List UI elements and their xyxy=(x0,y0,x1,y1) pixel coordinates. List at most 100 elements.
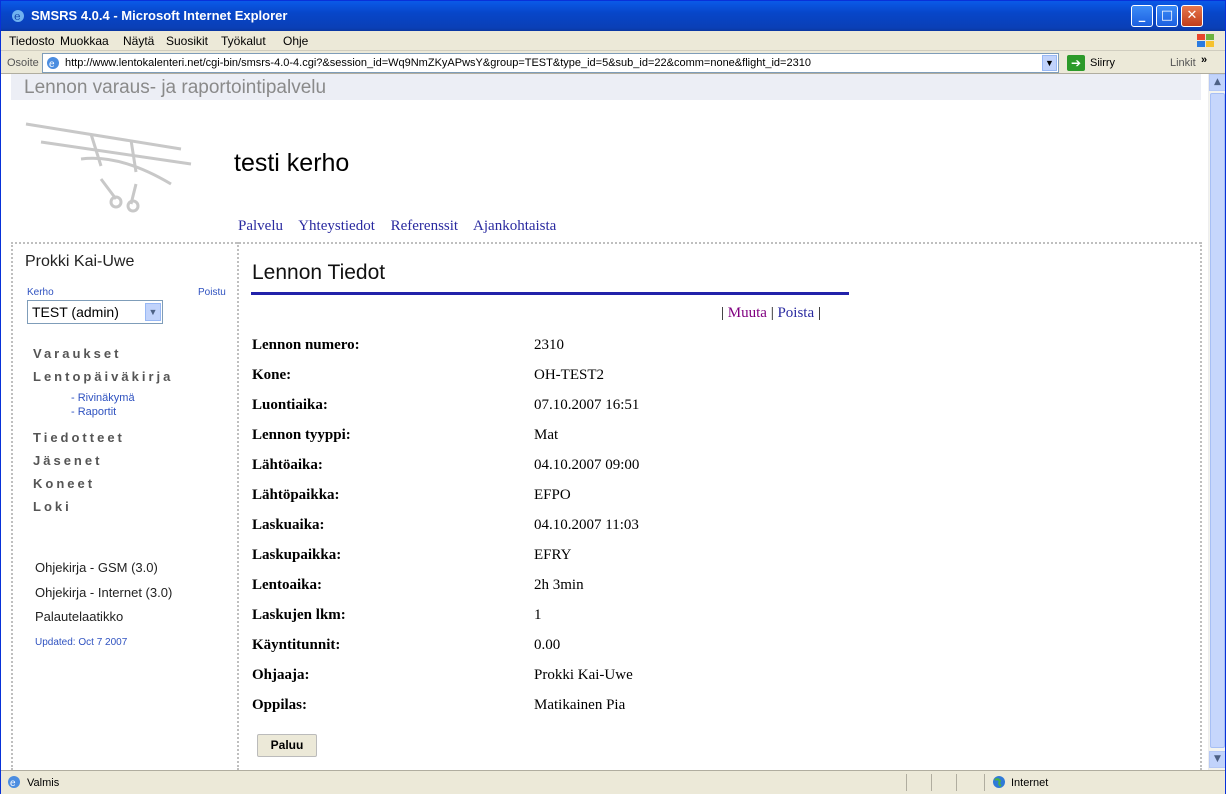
field-value: EFRY xyxy=(534,547,572,563)
close-button[interactable]: ✕ xyxy=(1181,5,1203,27)
address-dropdown-icon[interactable]: ▼ xyxy=(1042,55,1057,71)
field-label: Laskuaika: xyxy=(252,517,325,533)
subnav-raportit[interactable]: - Raportit xyxy=(71,406,116,418)
page-icon: e xyxy=(8,776,20,789)
field-label: Lähtöaika: xyxy=(252,457,323,473)
nav-jasenet[interactable]: Jäsenet xyxy=(33,453,102,468)
field-label: Kone: xyxy=(252,367,292,383)
group-select-value: TEST (admin) xyxy=(32,304,119,320)
nav-koneet[interactable]: Koneet xyxy=(33,476,95,491)
menu-tiedosto[interactable]: Tiedosto xyxy=(9,34,55,48)
menu-tyokalut[interactable]: Työkalut xyxy=(221,34,266,48)
field-label: Laskujen lkm: xyxy=(252,607,346,623)
address-url: http://www.lentokalenteri.net/cgi-bin/sm… xyxy=(65,57,811,69)
security-zone: Internet xyxy=(1011,777,1049,789)
divider xyxy=(1200,242,1202,770)
field-value: 0.00 xyxy=(534,637,561,653)
field-label: Lennon numero: xyxy=(252,337,360,353)
field-value: OH-TEST2 xyxy=(534,367,604,383)
windows-logo-icon xyxy=(1197,34,1214,47)
field-value: 2h 3min xyxy=(534,577,584,593)
separator: | xyxy=(817,305,821,321)
address-bar: Osoite e http://www.lentokalenteri.net/c… xyxy=(1,52,1225,74)
go-arrow-icon[interactable]: ➔ xyxy=(1067,55,1085,71)
vertical-scrollbar[interactable]: ▲ ▼ xyxy=(1208,74,1225,770)
field-label: Laskupaikka: xyxy=(252,547,342,563)
status-bar: e Valmis Internet xyxy=(1,770,1225,794)
close-icon: ✕ xyxy=(1186,8,1198,23)
logout-link[interactable]: Poistu xyxy=(198,287,226,298)
globe-icon xyxy=(993,776,1005,788)
status-separator xyxy=(906,774,907,791)
subnav-rivinakyma[interactable]: - Rivinäkymä xyxy=(71,392,135,404)
svg-text:e: e xyxy=(14,10,21,23)
page-title: Lennon Tiedot xyxy=(252,261,386,284)
go-button[interactable]: Siirry xyxy=(1090,57,1115,69)
field-label: Luontiaika: xyxy=(252,397,328,413)
nav-tiedotteet[interactable]: Tiedotteet xyxy=(33,430,125,445)
address-label: Osoite xyxy=(7,57,39,69)
service-banner: Lennon varaus- ja raportointipalvelu xyxy=(11,74,1201,100)
group-select[interactable]: TEST (admin) ▼ xyxy=(27,300,163,324)
field-value: 2310 xyxy=(534,337,564,353)
title-underline xyxy=(251,292,849,295)
kerho-label: Kerho xyxy=(27,287,54,298)
separator: | xyxy=(721,305,725,321)
field-value: EFPO xyxy=(534,487,571,503)
page-viewport: Lennon varaus- ja raportointipalvelu tes… xyxy=(1,74,1225,770)
help-gsm-link[interactable]: Ohjekirja - GSM (3.0) xyxy=(35,560,158,575)
user-name: Prokki Kai-Uwe xyxy=(25,253,135,270)
nav-loki[interactable]: Loki xyxy=(33,499,72,514)
status-text: Valmis xyxy=(27,777,60,789)
title-bar: e SMSRS 4.0.4 - Microsoft Internet Explo… xyxy=(1,1,1225,31)
divider xyxy=(237,242,239,770)
nav-referenssit[interactable]: Referenssit xyxy=(391,218,458,234)
links-label[interactable]: Linkit xyxy=(1170,57,1196,69)
field-label: Lentoaika: xyxy=(252,577,323,593)
separator: | xyxy=(770,305,774,321)
nav-varaukset[interactable]: Varaukset xyxy=(33,346,121,361)
field-label: Ohjaaja: xyxy=(252,667,310,683)
field-value: Matikainen Pia xyxy=(534,697,626,713)
nav-palvelu[interactable]: Palvelu xyxy=(238,218,283,234)
menu-suosikit[interactable]: Suosikit xyxy=(166,34,208,48)
status-separator xyxy=(931,774,932,791)
help-internet-link[interactable]: Ohjekirja - Internet (3.0) xyxy=(35,585,172,600)
top-nav: Palvelu Yhteystiedot Referenssit Ajankoh… xyxy=(238,218,568,235)
field-label: Käyntitunnit: xyxy=(252,637,341,653)
delete-link[interactable]: Poista xyxy=(777,305,814,321)
feedback-link[interactable]: Palautelaatikko xyxy=(35,609,123,624)
ie-icon: e xyxy=(12,10,24,23)
record-actions: | Muuta | Poista | xyxy=(721,305,821,322)
scroll-down-icon[interactable]: ▼ xyxy=(1209,751,1225,768)
edit-link[interactable]: Muuta xyxy=(728,305,767,321)
nav-ajankohtaista[interactable]: Ajankohtaista xyxy=(473,218,556,234)
maximize-icon: □ xyxy=(1160,8,1174,23)
nav-yhteystiedot[interactable]: Yhteystiedot xyxy=(298,218,375,234)
field-value: Prokki Kai-Uwe xyxy=(534,667,633,683)
menu-nayta[interactable]: Näytä xyxy=(123,34,154,48)
field-value: 07.10.2007 16:51 xyxy=(534,397,640,413)
address-input[interactable]: e http://www.lentokalenteri.net/cgi-bin/… xyxy=(42,53,1059,73)
nav-lentopaivakirja[interactable]: Lentopäiväkirja xyxy=(33,369,173,384)
menu-ohje[interactable]: Ohje xyxy=(283,34,308,48)
club-name: testi kerho xyxy=(234,149,350,177)
field-value: 04.10.2007 09:00 xyxy=(534,457,640,473)
divider xyxy=(11,242,1201,244)
field-label: Lähtöpaikka: xyxy=(252,487,340,503)
menu-muokkaa[interactable]: Muokkaa xyxy=(60,34,109,48)
window-title: SMSRS 4.0.4 - Microsoft Internet Explore… xyxy=(31,8,288,23)
status-separator xyxy=(984,774,985,791)
maximize-button[interactable]: □ xyxy=(1156,5,1178,27)
biplane-logo xyxy=(25,122,192,213)
updated-date: Updated: Oct 7 2007 xyxy=(35,637,128,648)
chevron-down-icon[interactable]: ▼ xyxy=(145,303,161,321)
page-icon: e xyxy=(47,57,59,70)
links-chevron-icon[interactable]: » xyxy=(1201,54,1207,66)
scroll-thumb[interactable] xyxy=(1210,93,1225,748)
field-value: 04.10.2007 11:03 xyxy=(534,517,639,533)
minimize-button[interactable]: _ xyxy=(1131,5,1153,27)
svg-text:e: e xyxy=(49,59,55,70)
scroll-up-icon[interactable]: ▲ xyxy=(1209,74,1225,91)
back-button[interactable]: Paluu xyxy=(257,734,317,757)
